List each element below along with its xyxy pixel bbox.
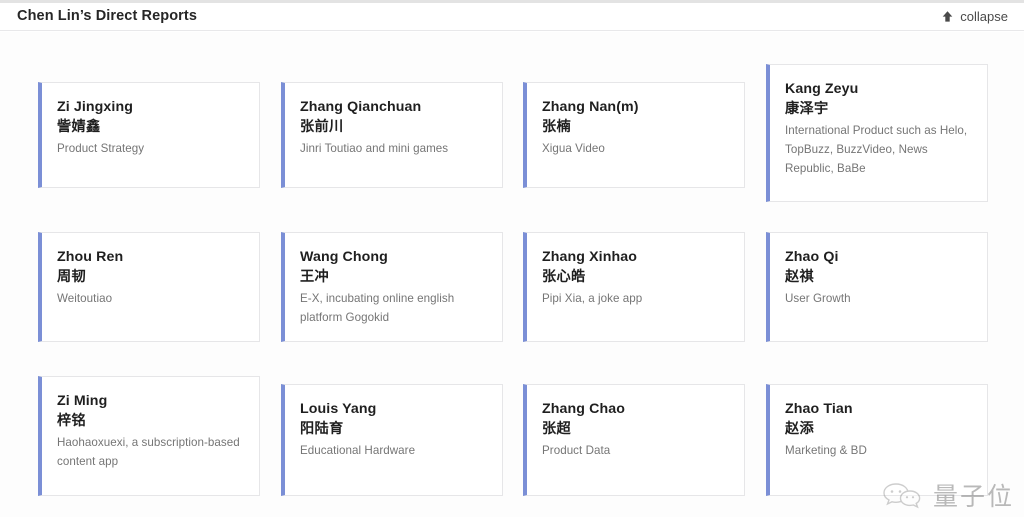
report-card[interactable]: Zhao Tian 赵添 Marketing & BD bbox=[766, 384, 988, 496]
report-card[interactable]: Zhang Nan(m) 张楠 Xigua Video bbox=[523, 82, 745, 188]
direct-reports-grid: Zi Jingxing 訾婧鑫 Product Strategy Zhang Q… bbox=[0, 32, 1024, 517]
panel-header: Chen Lin’s Direct Reports collapse bbox=[0, 3, 1024, 31]
report-name-en: Louis Yang bbox=[300, 401, 377, 417]
report-role: Jinri Toutiao and mini games bbox=[300, 142, 449, 156]
report-name-en: Zhang Xinhao bbox=[542, 249, 637, 265]
report-name-cn: 阳陆育 bbox=[300, 421, 344, 438]
report-role: Weitoutiao bbox=[57, 292, 113, 306]
report-role: Educational Hardware bbox=[300, 444, 416, 458]
report-role: Marketing & BD bbox=[785, 444, 867, 458]
report-name-en: Zi Ming bbox=[57, 393, 108, 409]
report-card[interactable]: Zi Ming 梓铭 Haohaoxuexi, a subscription-b… bbox=[38, 376, 260, 496]
report-name-cn: 訾婧鑫 bbox=[57, 119, 101, 136]
report-name-en: Zhou Ren bbox=[57, 249, 124, 265]
collapse-label: collapse bbox=[960, 9, 1008, 24]
report-card[interactable]: Zhou Ren 周韧 Weitoutiao bbox=[38, 232, 260, 342]
report-name-cn: 张楠 bbox=[542, 119, 571, 136]
report-name-en: Zhang Chao bbox=[542, 401, 625, 417]
report-role: User Growth bbox=[785, 292, 851, 306]
report-name-cn: 张心皓 bbox=[542, 269, 586, 286]
report-role: Xigua Video bbox=[542, 142, 605, 156]
report-name-en: Zhao Qi bbox=[785, 249, 839, 265]
page-title: Chen Lin’s Direct Reports bbox=[17, 8, 198, 25]
report-card[interactable]: Zhang Qianchuan 张前川 Jinri Toutiao and mi… bbox=[281, 82, 503, 188]
report-card[interactable]: Zhang Chao 张超 Product Data bbox=[523, 384, 745, 496]
report-name-cn: 张超 bbox=[542, 421, 571, 438]
report-name-cn: 赵添 bbox=[785, 421, 814, 438]
report-card[interactable]: Louis Yang 阳陆育 Educational Hardware bbox=[281, 384, 503, 496]
report-name-cn: 梓铭 bbox=[57, 413, 86, 430]
report-role: Product Data bbox=[542, 444, 611, 458]
report-name-en: Zi Jingxing bbox=[57, 99, 133, 115]
report-card[interactable]: Zhang Xinhao 张心皓 Pipi Xia, a joke app bbox=[523, 232, 745, 342]
report-role: International Product such as Helo, TopB… bbox=[785, 124, 968, 175]
report-card[interactable]: Wang Chong 王冲 E-X, incubating online eng… bbox=[281, 232, 503, 342]
report-name-en: Zhang Nan(m) bbox=[542, 99, 639, 115]
report-name-cn: 王冲 bbox=[300, 269, 329, 286]
report-card[interactable]: Zhao Qi 赵祺 User Growth bbox=[766, 232, 988, 342]
report-name-en: Zhang Qianchuan bbox=[300, 99, 422, 115]
collapse-button[interactable]: collapse bbox=[941, 9, 1008, 24]
report-name-cn: 张前川 bbox=[300, 119, 344, 136]
report-role: Pipi Xia, a joke app bbox=[542, 292, 643, 306]
report-role: Haohaoxuexi, a subscription-based conten… bbox=[57, 436, 240, 469]
report-card[interactable]: Kang Zeyu 康泽宇 International Product such… bbox=[766, 64, 988, 202]
report-name-cn: 康泽宇 bbox=[785, 101, 829, 118]
arrow-up-icon bbox=[941, 10, 954, 23]
report-name-cn: 赵祺 bbox=[785, 269, 814, 286]
report-card[interactable]: Zi Jingxing 訾婧鑫 Product Strategy bbox=[38, 82, 260, 188]
report-name-en: Kang Zeyu bbox=[785, 81, 859, 97]
report-role: E-X, incubating online english platform … bbox=[300, 292, 455, 325]
report-name-cn: 周韧 bbox=[57, 269, 86, 286]
report-name-en: Zhao Tian bbox=[785, 401, 853, 417]
report-name-en: Wang Chong bbox=[300, 249, 388, 265]
report-role: Product Strategy bbox=[57, 142, 145, 156]
